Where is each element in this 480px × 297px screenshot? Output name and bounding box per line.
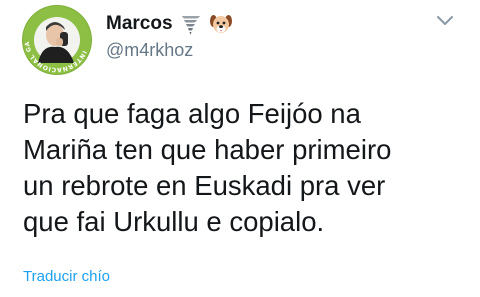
translate-link[interactable]: Traducir chío [23,268,110,285]
dog-face-icon [209,12,233,36]
tweet-text: Pra que faga algo Feijóo na Mariña ten q… [23,98,392,237]
tweet-card: INTERNACIONAL GALEGO Marcos [0,0,480,297]
display-name[interactable]: Marcos [106,13,173,35]
chevron-down-icon[interactable] [436,14,454,28]
tornado-icon [179,12,203,36]
avatar[interactable]: INTERNACIONAL GALEGO [22,5,92,75]
user-handle[interactable]: @m4rkhoz [106,40,193,61]
author-row: Marcos [106,11,233,37]
avatar-image: INTERNACIONAL GALEGO [22,5,91,74]
